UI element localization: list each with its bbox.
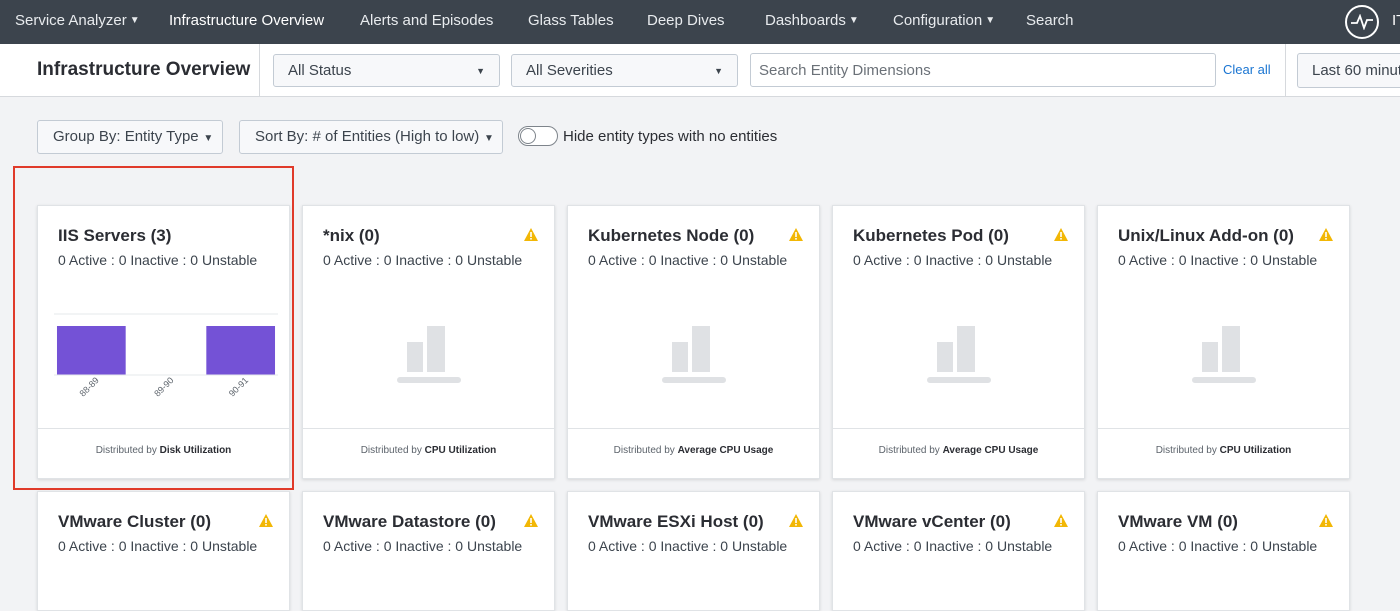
card-status-counts: 0 Active : 0 Inactive : 0 Unstable — [853, 538, 1053, 554]
top-nav: Service Analyzer ▼ Infrastructure Overvie… — [0, 0, 1400, 44]
bar-chart-placeholder-icon — [397, 326, 461, 383]
hide-empty-toggle-label: Hide entity types with no entities — [563, 128, 778, 145]
caret-down-icon: ▼ — [985, 15, 996, 26]
card-status-counts: 0 Active : 0 Inactive : 0 Unstable — [323, 252, 523, 268]
entity-card-vmware-datastore[interactable]: VMware Datastore (0) 0 Active : 0 Inacti… — [302, 491, 555, 611]
nav-glass-tables[interactable]: Glass Tables — [528, 12, 614, 29]
chart-tick-label: 90-91 — [227, 375, 250, 398]
divider — [259, 44, 260, 97]
hide-empty-toggle[interactable] — [518, 126, 558, 146]
bar-chart-placeholder-icon — [662, 326, 726, 383]
entity-card-unix-linux-addon[interactable]: Unix/Linux Add-on (0) 0 Active : 0 Inact… — [1097, 205, 1350, 479]
caret-down-icon: ▼ — [200, 133, 214, 144]
caret-down-icon: ▼ — [476, 65, 485, 76]
warning-triangle-icon — [1319, 514, 1333, 527]
time-range-select[interactable]: Last 60 minutes — [1297, 53, 1400, 88]
card-footer: Distributed by CPU Utilization — [303, 428, 554, 480]
card-status-counts: 0 Active : 0 Inactive : 0 Unstable — [1118, 252, 1318, 268]
nav-deep-dives[interactable]: Deep Dives — [647, 12, 725, 29]
warning-triangle-icon — [789, 514, 803, 527]
card-footer: Distributed by CPU Utilization — [1098, 428, 1349, 480]
severity-filter-select[interactable]: All Severities ▼ — [511, 54, 738, 87]
card-status-counts: 0 Active : 0 Inactive : 0 Unstable — [1118, 538, 1318, 554]
warning-triangle-icon — [1054, 228, 1068, 241]
card-status-counts: 0 Active : 0 Inactive : 0 Unstable — [588, 538, 788, 554]
card-title: Kubernetes Node (0) — [588, 226, 755, 245]
entity-card-vmware-cluster[interactable]: VMware Cluster (0) 0 Active : 0 Inactive… — [37, 491, 290, 611]
card-title: VMware VM (0) — [1118, 512, 1238, 531]
warning-triangle-icon — [259, 514, 273, 527]
card-title: VMware ESXi Host (0) — [588, 512, 764, 531]
card-title: IIS Servers (3) — [58, 226, 172, 245]
chart-tick-label: 88-89 — [78, 375, 101, 398]
card-title: Unix/Linux Add-on (0) — [1118, 226, 1294, 245]
severity-filter-value: All Severities — [526, 62, 613, 79]
pulse-circle-icon[interactable] — [1345, 5, 1379, 39]
card-title: VMware vCenter (0) — [853, 512, 1011, 531]
app-logo-text: IT — [1392, 12, 1400, 29]
disk-utilization-bar-chart: 88-89 89-90 90-91 — [54, 313, 278, 399]
clear-all-link[interactable]: Clear all — [1223, 62, 1271, 77]
divider — [1285, 44, 1286, 97]
card-status-counts: 0 Active : 0 Inactive : 0 Unstable — [588, 252, 788, 268]
chart-bar-88-89[interactable] — [56, 326, 126, 375]
nav-service-analyzer[interactable]: Service Analyzer ▼ — [15, 12, 140, 29]
caret-down-icon: ▼ — [129, 15, 140, 26]
card-footer: Distributed by Average CPU Usage — [833, 428, 1084, 480]
bar-chart-placeholder-icon — [1192, 326, 1256, 383]
status-filter-select[interactable]: All Status ▼ — [273, 54, 500, 87]
entity-card-vmware-esxi-host[interactable]: VMware ESXi Host (0) 0 Active : 0 Inacti… — [567, 491, 820, 611]
card-status-counts: 0 Active : 0 Inactive : 0 Unstable — [323, 538, 523, 554]
nav-dashboards[interactable]: Dashboards ▼ — [765, 12, 859, 29]
warning-triangle-icon — [524, 228, 538, 241]
nav-infrastructure-overview[interactable]: Infrastructure Overview — [169, 12, 324, 29]
entity-search-input[interactable] — [750, 53, 1216, 87]
nav-configuration[interactable]: Configuration ▼ — [893, 12, 995, 29]
chart-tick-label: 89-90 — [152, 375, 175, 398]
card-title: Kubernetes Pod (0) — [853, 226, 1009, 245]
card-status-counts: 0 Active : 0 Inactive : 0 Unstable — [58, 252, 258, 268]
entity-card-nix[interactable]: *nix (0) 0 Active : 0 Inactive : 0 Unsta… — [302, 205, 555, 479]
entity-card-iis-servers[interactable]: IIS Servers (3) 0 Active : 0 Inactive : … — [37, 205, 290, 479]
card-title: VMware Datastore (0) — [323, 512, 496, 531]
card-status-counts: 0 Active : 0 Inactive : 0 Unstable — [58, 538, 258, 554]
card-footer: Distributed by Disk Utilization — [38, 428, 289, 480]
caret-down-icon: ▼ — [714, 65, 723, 76]
card-footer: Distributed by Average CPU Usage — [568, 428, 819, 480]
card-title: *nix (0) — [323, 226, 380, 245]
page-header: Infrastructure Overview All Status ▼ All… — [0, 44, 1400, 97]
entity-card-kubernetes-pod[interactable]: Kubernetes Pod (0) 0 Active : 0 Inactive… — [832, 205, 1085, 479]
group-by-button[interactable]: Group By: Entity Type ▼ — [37, 120, 223, 154]
warning-triangle-icon — [1054, 514, 1068, 527]
card-title: VMware Cluster (0) — [58, 512, 212, 531]
bar-chart-placeholder-icon — [927, 326, 991, 383]
toggle-knob — [520, 128, 536, 144]
chart-bar-90-91[interactable] — [206, 326, 276, 375]
nav-search[interactable]: Search — [1026, 12, 1074, 29]
card-status-counts: 0 Active : 0 Inactive : 0 Unstable — [853, 252, 1053, 268]
nav-alerts-and-episodes[interactable]: Alerts and Episodes — [360, 12, 493, 29]
warning-triangle-icon — [1319, 228, 1333, 241]
caret-down-icon: ▼ — [481, 133, 494, 144]
warning-triangle-icon — [524, 514, 538, 527]
warning-triangle-icon — [789, 228, 803, 241]
page-title: Infrastructure Overview — [37, 59, 251, 80]
sort-by-button[interactable]: Sort By: # of Entities (High to low) ▼ — [239, 120, 503, 154]
caret-down-icon: ▼ — [848, 15, 859, 26]
entity-card-vmware-vm[interactable]: VMware VM (0) 0 Active : 0 Inactive : 0 … — [1097, 491, 1350, 611]
status-filter-value: All Status — [288, 62, 352, 79]
entity-card-vmware-vcenter[interactable]: VMware vCenter (0) 0 Active : 0 Inactive… — [832, 491, 1085, 611]
entity-card-kubernetes-node[interactable]: Kubernetes Node (0) 0 Active : 0 Inactiv… — [567, 205, 820, 479]
